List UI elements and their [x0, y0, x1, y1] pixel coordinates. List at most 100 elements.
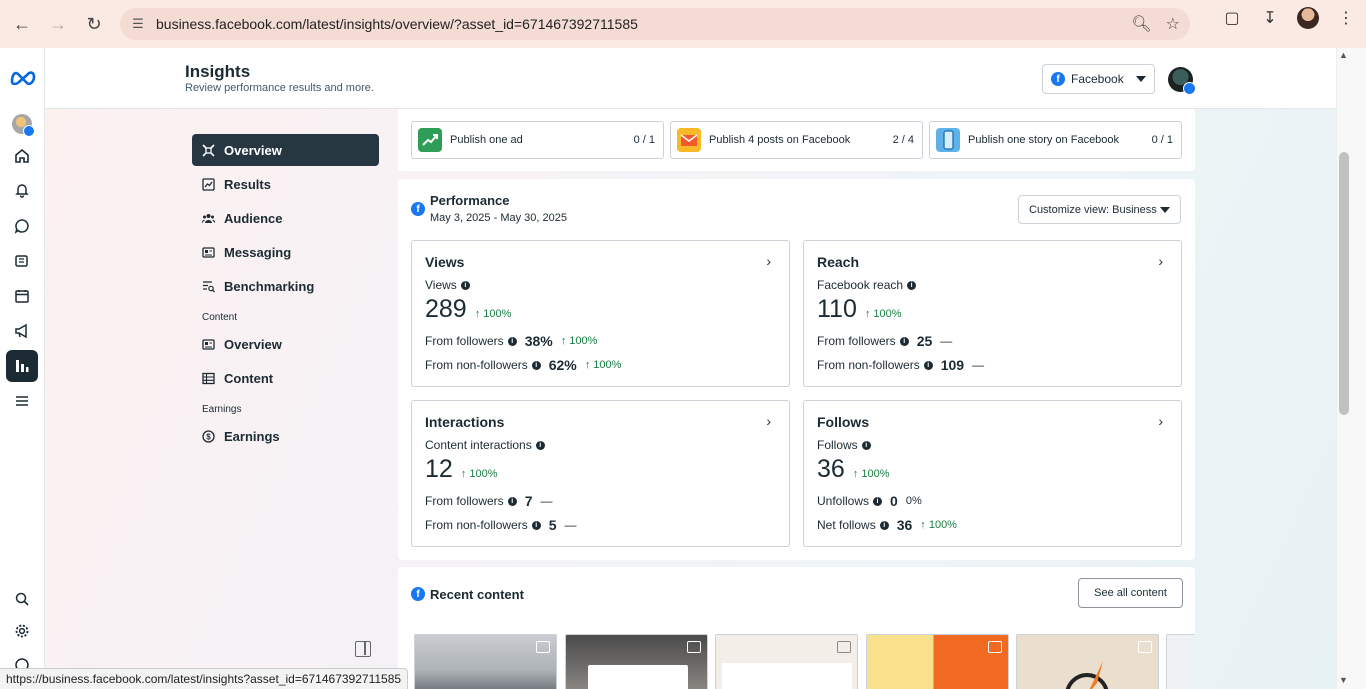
info-icon[interactable]: i [907, 280, 917, 290]
goal-card[interactable]: Publish one ad 0 / 1 [411, 121, 664, 159]
zoom-icon[interactable]: 🔍︎ [1131, 14, 1151, 34]
info-icon[interactable]: i [535, 440, 545, 450]
site-info-icon[interactable]: ☰ [120, 16, 156, 32]
reload-icon[interactable]: ↻ [76, 6, 112, 42]
info-icon[interactable]: i [507, 336, 517, 346]
content-thumbnail[interactable] [1016, 634, 1159, 689]
info-icon[interactable]: i [507, 496, 517, 506]
info-icon[interactable]: i [861, 440, 871, 450]
download-icon[interactable]: ↧ [1258, 6, 1282, 30]
page-title: Insights [185, 62, 251, 81]
chevron-right-icon[interactable]: › [766, 413, 771, 429]
metric-value: 36 ↑ 100% [817, 455, 890, 484]
info-icon[interactable]: i [899, 336, 909, 346]
row-value: 36 [896, 517, 913, 533]
recent-content-title: Recent content [430, 587, 524, 602]
chevron-right-icon[interactable]: › [766, 253, 771, 269]
global-nav-rail [0, 48, 45, 689]
nav-messaging[interactable]: Messaging [192, 236, 379, 268]
nav-section-content: Content [202, 312, 238, 323]
url-text[interactable]: business.facebook.com/latest/insights/ov… [156, 16, 638, 32]
info-icon[interactable]: i [873, 496, 883, 506]
page-profile-avatar[interactable] [1168, 67, 1196, 95]
all-tools-menu-icon[interactable] [11, 390, 33, 412]
insights-sidebar: Overview Results Audience Messaging Benc… [192, 134, 379, 454]
forward-icon[interactable]: → [40, 6, 76, 42]
row-delta: — [972, 358, 985, 372]
row-delta: 0% [905, 495, 922, 507]
reach-card[interactable]: Reach › Facebook reach i 110 ↑ 100% From f… [803, 240, 1182, 387]
scroll-down-arrow-icon[interactable]: ▼ [1339, 675, 1348, 685]
info-icon[interactable]: i [879, 520, 889, 530]
chevron-right-icon[interactable]: › [1158, 413, 1163, 429]
info-icon[interactable]: i [531, 360, 541, 370]
nav-overview[interactable]: Overview [192, 134, 379, 166]
goal-card[interactable]: Publish 4 posts on Facebook 2 / 4 [670, 121, 923, 159]
row-delta: — [564, 518, 577, 532]
metric-delta-text: 100% [861, 468, 890, 480]
extensions-icon[interactable]: ▢ [1220, 6, 1244, 30]
row-value: 38% [524, 333, 553, 349]
chevron-right-icon[interactable]: › [1158, 253, 1163, 269]
photo-icon [988, 641, 1002, 653]
insights-chart-icon[interactable] [6, 350, 38, 382]
content-library-icon[interactable] [11, 250, 33, 272]
breakdown-row: Unfollows i 0 0% [817, 493, 922, 509]
scrollbar-thumb[interactable] [1339, 152, 1349, 415]
platform-select[interactable]: f Facebook [1042, 64, 1155, 94]
photo-icon [837, 641, 851, 653]
see-all-content-button[interactable]: See all content [1078, 578, 1183, 608]
profile-avatar[interactable] [1296, 6, 1320, 30]
benchmarking-icon [202, 280, 215, 293]
caret-down-icon [1136, 76, 1146, 82]
info-icon[interactable]: i [460, 280, 470, 290]
content-thumbnail[interactable] [565, 634, 708, 689]
breakdown-row: From followers i 7 — [425, 493, 552, 509]
facebook-icon: f [1051, 72, 1065, 86]
metric-delta: ↑ 100% [852, 468, 890, 480]
customize-view-select[interactable]: Customize view: Business [1018, 195, 1181, 224]
row-label: From followers [425, 494, 504, 508]
goal-count: 0 / 1 [633, 134, 655, 146]
content-thumbnail[interactable] [715, 634, 858, 689]
content-table-icon [202, 372, 215, 385]
link-status-bar: https://business.facebook.com/latest/ins… [0, 668, 409, 689]
nav-audience[interactable]: Audience [192, 202, 379, 234]
collapse-sidebar-icon[interactable] [355, 641, 371, 657]
inbox-chat-icon[interactable] [11, 215, 33, 237]
nav-content-overview[interactable]: Overview [192, 328, 379, 360]
recent-content-panel: f Recent content See all content [398, 567, 1195, 689]
nav-content[interactable]: Content [192, 362, 379, 394]
home-icon[interactable] [11, 145, 33, 167]
reel-icon [536, 641, 550, 653]
content-thumbnail[interactable] [414, 634, 557, 689]
nav-benchmarking[interactable]: Benchmarking [192, 270, 379, 302]
nav-results[interactable]: Results [192, 168, 379, 200]
goal-card[interactable]: Publish one story on Facebook 0 / 1 [929, 121, 1182, 159]
ads-megaphone-icon[interactable] [11, 320, 33, 342]
info-icon[interactable]: i [923, 360, 933, 370]
search-icon[interactable] [11, 588, 33, 610]
back-icon[interactable]: ← [4, 6, 40, 42]
menu-kebab-icon[interactable]: ⋮ [1334, 6, 1358, 30]
notifications-bell-icon[interactable] [11, 179, 33, 201]
nav-section-earnings: Earnings [202, 404, 242, 415]
content-thumbnail[interactable] [1166, 634, 1195, 689]
views-card[interactable]: Views › Views i 289 ↑ 100% From followers i… [411, 240, 790, 387]
interactions-card[interactable]: Interactions › Content interactions i 12 ↑… [411, 400, 790, 547]
bookmark-star-icon[interactable]: ☆ [1166, 14, 1180, 34]
post-preview-card [588, 665, 688, 689]
content-overview-icon [202, 338, 215, 351]
follows-card[interactable]: Follows › Follows i 36 ↑ 100% Unfollows i 0 0… [803, 400, 1182, 547]
nav-earnings[interactable]: $ Earnings [192, 420, 379, 452]
scroll-up-arrow-icon[interactable]: ▲ [1339, 50, 1348, 60]
address-bar[interactable]: ☰ business.facebook.com/latest/insights/… [120, 8, 1190, 40]
settings-gear-icon[interactable] [11, 620, 33, 642]
planner-calendar-icon[interactable] [11, 285, 33, 307]
content-thumbnail[interactable] [866, 634, 1009, 689]
page-avatar-icon[interactable] [11, 113, 35, 137]
nav-content-overview-label: Overview [224, 336, 282, 352]
meta-logo-icon[interactable] [9, 66, 37, 88]
row-delta: ↑ 100% [584, 359, 622, 371]
info-icon[interactable]: i [531, 520, 541, 530]
